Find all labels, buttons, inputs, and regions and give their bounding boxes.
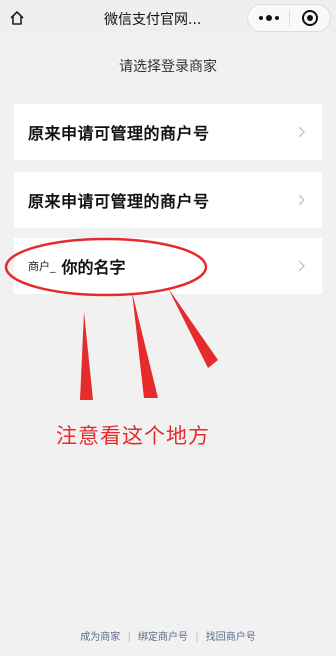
annotation-overlay [4, 237, 218, 400]
link-recover-merchant[interactable]: 找回商户号 [206, 632, 256, 643]
footer-divider: | [195, 632, 199, 643]
link-bind-merchant[interactable]: 绑定商户号 [138, 632, 188, 643]
annotation-arrow-3 [168, 288, 218, 368]
footer-divider: | [127, 632, 131, 643]
annotation-ellipse [4, 237, 208, 297]
annotation-arrow-1 [80, 312, 93, 400]
link-become-merchant[interactable]: 成为商家 [80, 632, 120, 643]
footer-links: 成为商家 | 绑定商户号 | 找回商户号 [0, 628, 336, 643]
annotation-note: 注意看这个地方 [56, 424, 210, 448]
annotation-arrow-2 [132, 292, 158, 398]
